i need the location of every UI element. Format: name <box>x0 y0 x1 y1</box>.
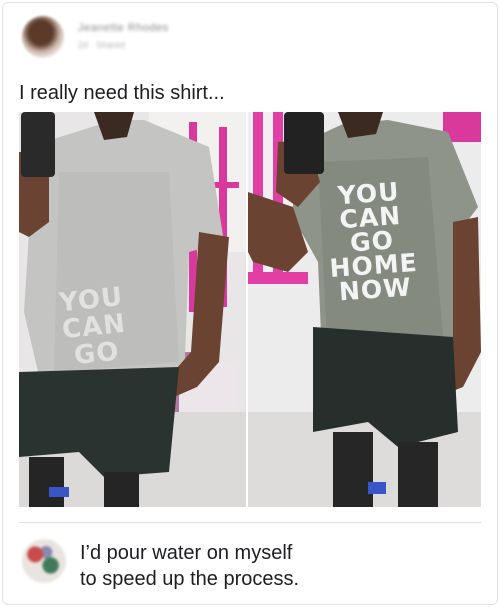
shirt-text-visible: YOU CAN GO HOME NOW <box>322 177 422 307</box>
reply-line: I’d pour water on myself <box>80 542 293 564</box>
post-meta: 2d · Shared <box>78 40 126 50</box>
divider <box>19 522 481 523</box>
reply-line: to speed up the process. <box>80 568 300 590</box>
post-text: I really need this shirt... <box>19 82 225 104</box>
author-name[interactable]: Jeanette Rhodes <box>78 22 169 34</box>
photo-after[interactable]: YOU CAN GO HOME NOW <box>248 112 481 507</box>
reply-text: I’d pour water on myself to speed up the… <box>80 540 380 592</box>
shirt-text-faint: YOU CAN GO <box>55 284 133 372</box>
gym-selfie-before-image <box>19 112 246 507</box>
photo-before[interactable]: YOU CAN GO <box>19 112 246 507</box>
reply-author-avatar[interactable] <box>22 539 66 583</box>
author-avatar[interactable] <box>22 16 64 58</box>
shirt-text-line: NOW <box>338 272 413 307</box>
gym-selfie-after-image <box>248 112 481 507</box>
